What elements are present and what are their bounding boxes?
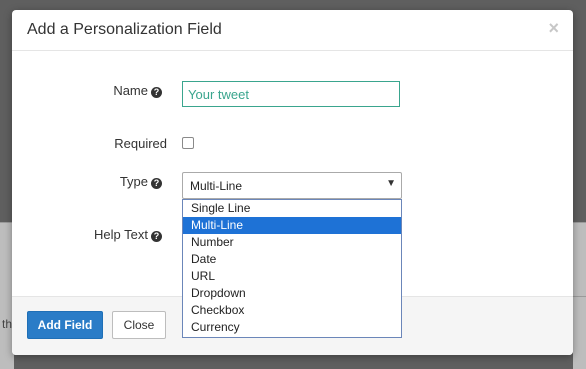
help-text-label-text: Help Text	[94, 227, 148, 242]
dropdown-option[interactable]: Number	[183, 234, 401, 251]
type-dropdown-list[interactable]: Single Line Multi-Line Number Date URL D…	[182, 199, 402, 338]
modal-title: Add a Personalization Field	[27, 21, 222, 38]
dropdown-option[interactable]: Single Line	[183, 200, 401, 217]
caret-down-icon: ▼	[386, 178, 396, 189]
dropdown-option[interactable]: Checkbox	[183, 302, 401, 319]
required-label: Required	[114, 136, 167, 151]
type-select[interactable]: Multi-Line ▼	[182, 172, 402, 199]
type-label: Type?	[12, 174, 162, 189]
help-text-label: Help Text?	[12, 227, 162, 242]
dropdown-option[interactable]: URL	[183, 268, 401, 285]
dropdown-option-selected[interactable]: Multi-Line	[183, 217, 401, 234]
add-field-button[interactable]: Add Field	[27, 311, 103, 339]
dropdown-option[interactable]: Dropdown	[183, 285, 401, 302]
name-label-text: Name	[113, 83, 148, 98]
name-label: Name?	[12, 83, 162, 98]
background-text-fragment: th	[2, 317, 13, 331]
type-select-value: Multi-Line	[190, 179, 243, 193]
name-input[interactable]	[182, 81, 400, 107]
dropdown-option[interactable]: Date	[183, 251, 401, 268]
modal-header: Add a Personalization Field ×	[12, 10, 573, 51]
close-icon[interactable]: ×	[548, 18, 559, 39]
help-icon[interactable]: ?	[151, 231, 162, 242]
dropdown-option[interactable]: Currency	[183, 319, 401, 336]
help-icon[interactable]: ?	[151, 87, 162, 98]
help-icon[interactable]: ?	[151, 178, 162, 189]
type-label-text: Type	[119, 174, 148, 189]
background-divider	[573, 222, 586, 223]
background-divider	[573, 296, 586, 297]
required-checkbox[interactable]	[182, 137, 194, 149]
close-button[interactable]: Close	[112, 311, 166, 339]
